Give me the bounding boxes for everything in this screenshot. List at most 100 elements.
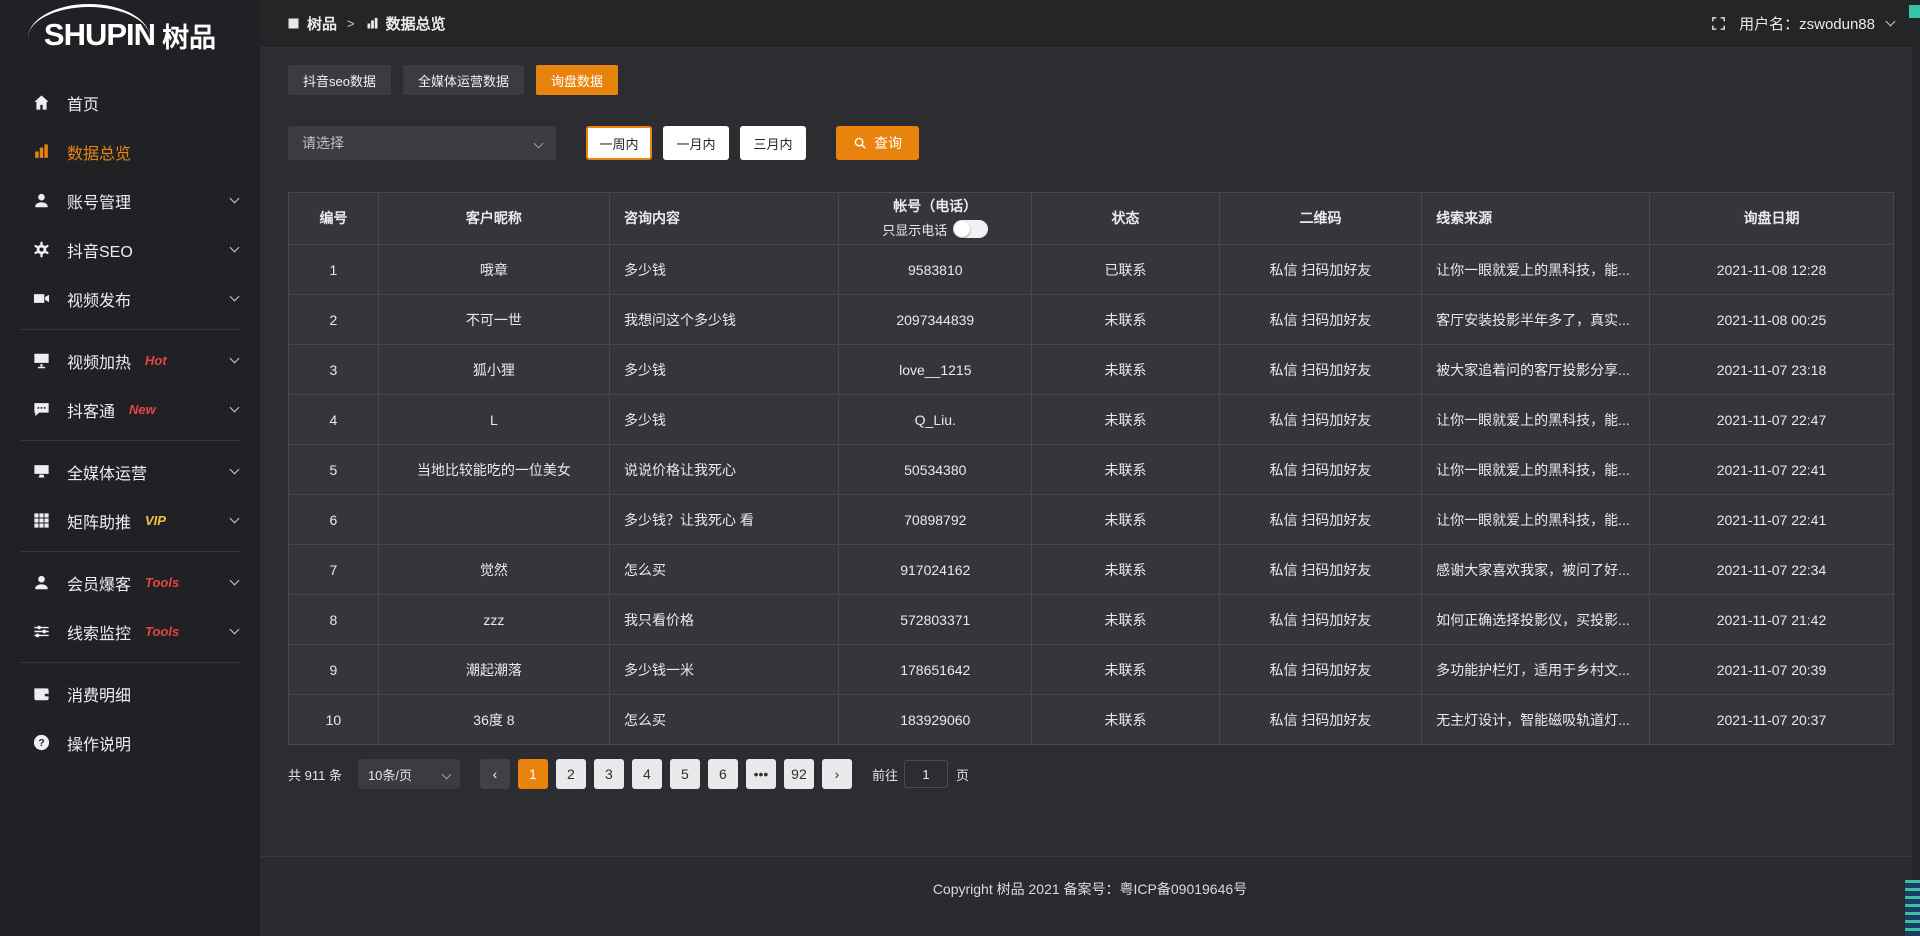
sidebar-item-label: 操作说明	[67, 731, 131, 755]
column-header: 编号	[289, 193, 379, 245]
cell-source[interactable]: 客厅安装投影半年多了，真实...	[1422, 295, 1650, 345]
period-button-2[interactable]: 三月内	[740, 126, 806, 160]
sidebar-item-douyin-seo[interactable]: 抖音SEO	[0, 225, 260, 274]
cell-source[interactable]: 无主灯设计，智能磁吸轨道灯...	[1422, 695, 1650, 745]
period-button-0[interactable]: 一周内	[586, 126, 652, 160]
sidebar-item-label: 抖客通	[67, 398, 115, 422]
username[interactable]: 用户名：zswodun88	[1739, 13, 1875, 34]
page-button-1[interactable]: 1	[518, 759, 548, 789]
tab-media-data[interactable]: 全媒体运营数据	[403, 65, 524, 95]
cell-source[interactable]: 如何正确选择投影仪，买投影...	[1422, 595, 1650, 645]
cell-source[interactable]: 感谢大家喜欢我家，被问了好...	[1422, 545, 1650, 595]
cell-source[interactable]: 多功能护栏灯，适用于乡村文...	[1422, 645, 1650, 695]
sidebar-item-label: 抖音SEO	[67, 238, 133, 262]
tab-inquiry-data[interactable]: 询盘数据	[536, 65, 618, 95]
cell-nickname: zzz	[378, 595, 609, 645]
cell-qrcode[interactable]: 私信 扫码加好友	[1219, 245, 1421, 295]
pagination: 共 911 条 10条/页 ‹ 123456•••92 › 前往 页	[288, 759, 1894, 789]
cell-qrcode[interactable]: 私信 扫码加好友	[1219, 545, 1421, 595]
cell-content: 多少钱	[609, 395, 839, 445]
breadcrumb-item-current[interactable]: 数据总览	[365, 13, 446, 34]
cell-nickname: 36度 8	[378, 695, 609, 745]
cell-qrcode[interactable]: 私信 扫码加好友	[1219, 295, 1421, 345]
scroll-widget-top[interactable]	[1909, 5, 1920, 18]
home-icon	[32, 93, 51, 112]
sidebar-item-video-publish[interactable]: 视频发布	[0, 274, 260, 323]
logo-text-cn: 树品	[162, 16, 216, 55]
sidebar-item-video-heat[interactable]: 视频加热Hot	[0, 336, 260, 385]
cell-content: 多少钱	[609, 245, 839, 295]
cell-content: 多少钱？让我死心 看	[609, 495, 839, 545]
cell-content: 多少钱一米	[609, 645, 839, 695]
table-header-row: 编号客户昵称咨询内容帐号（电话）只显示电话状态二维码线索来源询盘日期	[289, 193, 1894, 245]
question-icon: ?	[32, 733, 51, 752]
table-row: 6多少钱？让我死心 看70898792未联系私信 扫码加好友让你一眼就爱上的黑科…	[289, 495, 1894, 545]
cell-nickname: 狐小狸	[378, 345, 609, 395]
breadcrumb-item-app[interactable]: 树品	[286, 13, 337, 34]
sidebar-item-member-baoke[interactable]: 会员爆客Tools	[0, 558, 260, 607]
sidebar-item-doukertong[interactable]: 抖客通New	[0, 385, 260, 434]
cell-no: 5	[289, 445, 379, 495]
logo: SHUPIN 树品	[0, 2, 260, 68]
cell-status: 未联系	[1032, 645, 1220, 695]
cell-qrcode[interactable]: 私信 扫码加好友	[1219, 395, 1421, 445]
cell-date: 2021-11-08 00:25	[1649, 295, 1893, 345]
phone-only-toggle[interactable]	[953, 220, 988, 238]
sidebar-item-expense-detail[interactable]: 消费明细	[0, 669, 260, 718]
cell-qrcode[interactable]: 私信 扫码加好友	[1219, 595, 1421, 645]
filter-select[interactable]: 请选择	[288, 126, 556, 160]
cell-status: 未联系	[1032, 595, 1220, 645]
page-button-4[interactable]: 4	[632, 759, 662, 789]
sidebar-item-home[interactable]: 首页	[0, 78, 260, 127]
cell-source[interactable]: 让你一眼就爱上的黑科技，能...	[1422, 245, 1650, 295]
cell-status: 未联系	[1032, 495, 1220, 545]
sidebar-item-account-manage[interactable]: 账号管理	[0, 176, 260, 225]
cell-qrcode[interactable]: 私信 扫码加好友	[1219, 445, 1421, 495]
search-button[interactable]: 查询	[836, 126, 919, 160]
cell-nickname	[378, 495, 609, 545]
sidebar-item-badge: Tools	[145, 624, 179, 639]
cell-source[interactable]: 让你一眼就爱上的黑科技，能...	[1422, 395, 1650, 445]
goto-page-input[interactable]	[904, 760, 948, 788]
chevron-down-icon[interactable]	[1886, 17, 1896, 27]
sidebar-item-media-operation[interactable]: 全媒体运营	[0, 447, 260, 496]
sidebar-item-clue-monitor[interactable]: 线索监控 Tools	[0, 607, 260, 656]
sidebar-item-help[interactable]: ? 操作说明	[0, 718, 260, 767]
page-ellipsis-button[interactable]: •••	[746, 759, 776, 789]
column-header-label: 客户昵称	[389, 210, 599, 228]
cell-content: 多少钱	[609, 345, 839, 395]
cell-content: 怎么买	[609, 545, 839, 595]
cell-qrcode[interactable]: 私信 扫码加好友	[1219, 345, 1421, 395]
cell-qrcode[interactable]: 私信 扫码加好友	[1219, 645, 1421, 695]
fullscreen-icon[interactable]	[1710, 15, 1727, 32]
cell-account: 183929060	[839, 695, 1032, 745]
cell-source[interactable]: 让你一眼就爱上的黑科技，能...	[1422, 495, 1650, 545]
tab-douyin-seo-data[interactable]: 抖音seo数据	[288, 65, 391, 95]
next-page-button[interactable]: ›	[822, 759, 852, 789]
page-button-5[interactable]: 5	[670, 759, 700, 789]
floating-widget[interactable]	[1905, 880, 1920, 936]
cell-account: 572803371	[839, 595, 1032, 645]
cell-source[interactable]: 被大家追着问的客厅投影分享...	[1422, 345, 1650, 395]
page-button-2[interactable]: 2	[556, 759, 586, 789]
sidebar-item-label: 线索监控	[67, 620, 131, 644]
scrollbar-rail[interactable]	[1912, 0, 1920, 936]
page-button-6[interactable]: 6	[708, 759, 738, 789]
cell-account: love__1215	[839, 345, 1032, 395]
app-board-icon	[286, 16, 301, 31]
prev-page-button[interactable]: ‹	[480, 759, 510, 789]
period-button-1[interactable]: 一月内	[663, 126, 729, 160]
cell-qrcode[interactable]: 私信 扫码加好友	[1219, 495, 1421, 545]
sidebar-item-overview[interactable]: 数据总览	[0, 127, 260, 176]
cell-source[interactable]: 让你一眼就爱上的黑科技，能...	[1422, 445, 1650, 495]
page-size-select[interactable]: 10条/页	[358, 759, 460, 789]
cell-qrcode[interactable]: 私信 扫码加好友	[1219, 695, 1421, 745]
page-button-92[interactable]: 92	[784, 759, 814, 789]
wallet-icon	[32, 684, 51, 703]
page-button-3[interactable]: 3	[594, 759, 624, 789]
chevron-down-icon	[230, 625, 240, 635]
sidebar-item-matrix-boost[interactable]: 矩阵助推VIP	[0, 496, 260, 545]
column-header: 客户昵称	[378, 193, 609, 245]
topbar-actions: 用户名：zswodun88	[1710, 13, 1894, 34]
sidebar-item-label: 账号管理	[67, 189, 131, 213]
